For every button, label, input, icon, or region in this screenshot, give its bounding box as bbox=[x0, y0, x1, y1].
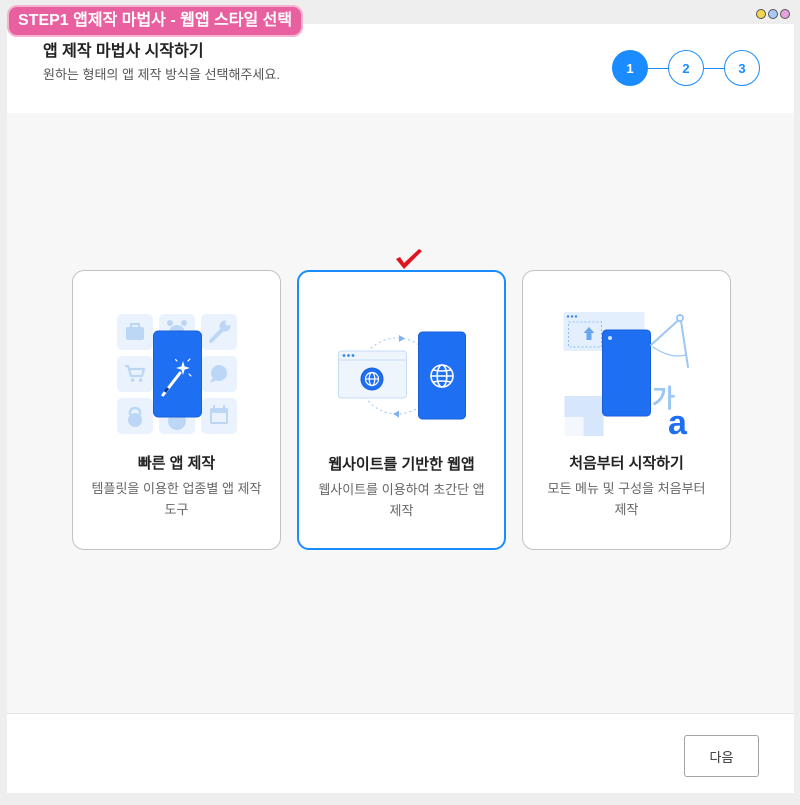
selected-check-mark bbox=[396, 249, 422, 269]
step-1: 1 bbox=[612, 50, 648, 86]
option-card-quick-app[interactable]: 빠른 앱 제작 템플릿을 이용한 업종별 앱 제작 도구 bbox=[72, 270, 281, 550]
window-controls bbox=[756, 9, 790, 19]
stepper: 1 2 3 bbox=[612, 50, 760, 86]
step-badge: STEP1 앱제작 마법사 - 웹앱 스타일 선택 bbox=[7, 5, 304, 37]
option-area: 빠른 앱 제작 템플릿을 이용한 업종별 앱 제작 도구 웹사이트를 기반한 웹… bbox=[7, 113, 794, 713]
quick-app-illustration bbox=[117, 314, 237, 434]
next-button[interactable]: 다음 bbox=[684, 735, 759, 777]
latin-glyph: a bbox=[668, 404, 688, 442]
page-title: 앱 제작 마법사 시작하기 bbox=[43, 43, 204, 60]
from-scratch-illustration: 가 a bbox=[563, 312, 689, 442]
app-tile bbox=[117, 356, 153, 392]
option-card-website-webapp[interactable]: 웹사이트를 기반한 웹앱 웹사이트를 이용하여 초간단 앱 제작 bbox=[297, 249, 506, 550]
option-title: 빠른 앱 제작 bbox=[137, 455, 216, 472]
website-webapp-illustration bbox=[338, 331, 466, 420]
step-3: 3 bbox=[724, 50, 760, 86]
step-connector bbox=[704, 67, 724, 69]
dialog-header: 앱 제작 마법사 시작하기 원하는 형태의 앱 제작 방식을 선택해주세요. 1… bbox=[7, 24, 794, 113]
compass-icon bbox=[650, 314, 689, 368]
option-card-from-scratch[interactable]: 가 a 처음부터 시작하기 모든 메뉴 및 구성을 처음부터 제작 bbox=[522, 270, 731, 550]
window-dot-blue bbox=[768, 9, 778, 19]
option-title: 처음부터 시작하기 bbox=[569, 455, 684, 472]
wizard-dialog: 앱 제작 마법사 시작하기 원하는 형태의 앱 제작 방식을 선택해주세요. 1… bbox=[7, 24, 794, 793]
page-subtitle: 원하는 형태의 앱 제작 방식을 선택해주세요. bbox=[43, 67, 280, 82]
option-description: 템플릿을 이용한 업종별 앱 제작 도구 bbox=[91, 481, 262, 517]
step-connector bbox=[648, 67, 668, 69]
dialog-footer: 다음 bbox=[7, 713, 794, 793]
option-title: 웹사이트를 기반한 웹앱 bbox=[328, 456, 475, 473]
option-description: 웹사이트를 이용하여 초간단 앱 제작 bbox=[318, 482, 485, 518]
phone-icon bbox=[602, 329, 651, 417]
option-description: 모든 메뉴 및 구성을 처음부터 제작 bbox=[547, 481, 706, 517]
window-dot-yellow bbox=[756, 9, 766, 19]
window-dot-pink bbox=[780, 9, 790, 19]
option-list: 빠른 앱 제작 템플릿을 이용한 업종별 앱 제작 도구 웹사이트를 기반한 웹… bbox=[72, 249, 731, 550]
layout-block-icon bbox=[564, 396, 604, 436]
globe-icon bbox=[360, 367, 384, 391]
step-2: 2 bbox=[668, 50, 704, 86]
